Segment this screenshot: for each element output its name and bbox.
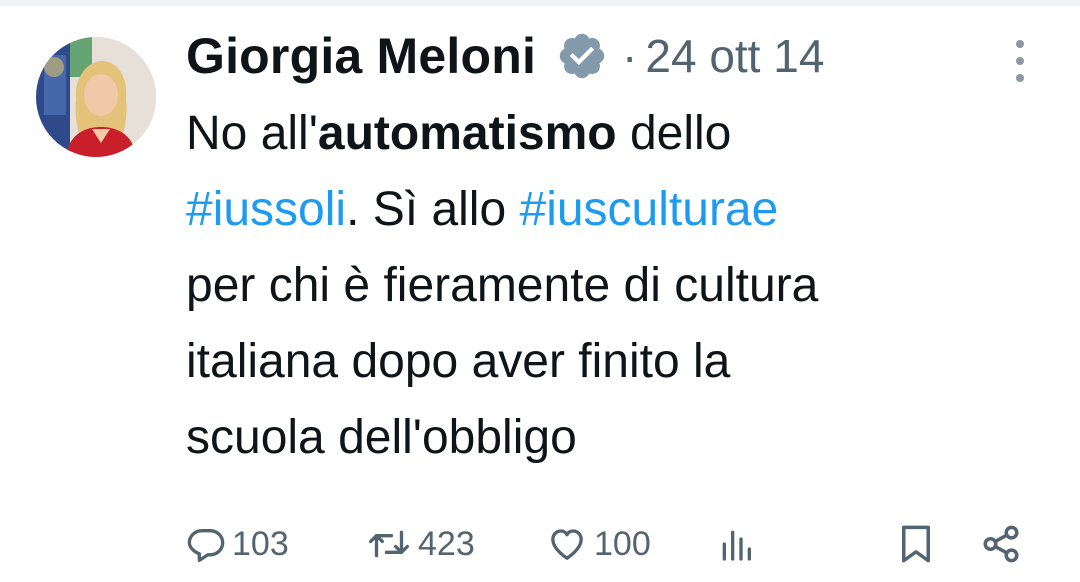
hashtag-link-iussoli[interactable]: #iussoli [186, 183, 346, 236]
author-name[interactable]: Giorgia Meloni [186, 27, 536, 85]
share-button[interactable] [980, 516, 1022, 572]
heart-icon [546, 524, 588, 564]
share-icon [980, 523, 1022, 565]
text-segment: No all' [186, 107, 318, 160]
tweet-line-3: per chi è fieramente di cultura [186, 259, 819, 312]
text-segment: dello [616, 107, 732, 160]
top-divider [0, 0, 1080, 6]
tweet-timestamp[interactable]: 24 ott 14 [645, 29, 824, 83]
repost-button[interactable]: 423 [366, 516, 475, 572]
verified-badge-icon [556, 30, 608, 82]
header-separator: · [622, 30, 638, 82]
reply-count: 103 [232, 524, 289, 563]
tweet-text: No all'automatismo dello #iussoli. Sì al… [186, 96, 1046, 476]
bookmark-icon [898, 523, 934, 565]
bookmark-button[interactable] [898, 516, 934, 572]
repost-count: 423 [418, 524, 475, 563]
more-vertical-icon[interactable] [1004, 36, 1036, 86]
views-button[interactable] [718, 516, 754, 572]
tweet-header: Giorgia Meloni · 24 ott 14 [186, 26, 824, 86]
views-chart-icon [718, 524, 754, 564]
tweet-line-5: scuola dell'obbligo [186, 411, 577, 464]
tweet-actions-bar: 103 423 100 [186, 516, 1036, 572]
text-segment: . Sì allo [346, 183, 520, 236]
like-count: 100 [594, 524, 651, 563]
reply-button[interactable]: 103 [186, 516, 289, 572]
hashtag-link-iusculturae[interactable]: #iusculturae [520, 183, 779, 236]
like-button[interactable]: 100 [546, 516, 651, 572]
avatar-photo [36, 37, 156, 157]
repost-icon [366, 524, 412, 564]
text-bold-segment: automatismo [317, 107, 617, 160]
reply-icon [186, 524, 226, 564]
avatar[interactable] [36, 37, 156, 157]
tweet-line-1: No all'automatismo dello [186, 96, 1046, 172]
tweet-line-2: #iussoli. Sì allo #iusculturae [186, 172, 1046, 248]
tweet-line-4: italiana dopo aver finito la [186, 335, 731, 388]
